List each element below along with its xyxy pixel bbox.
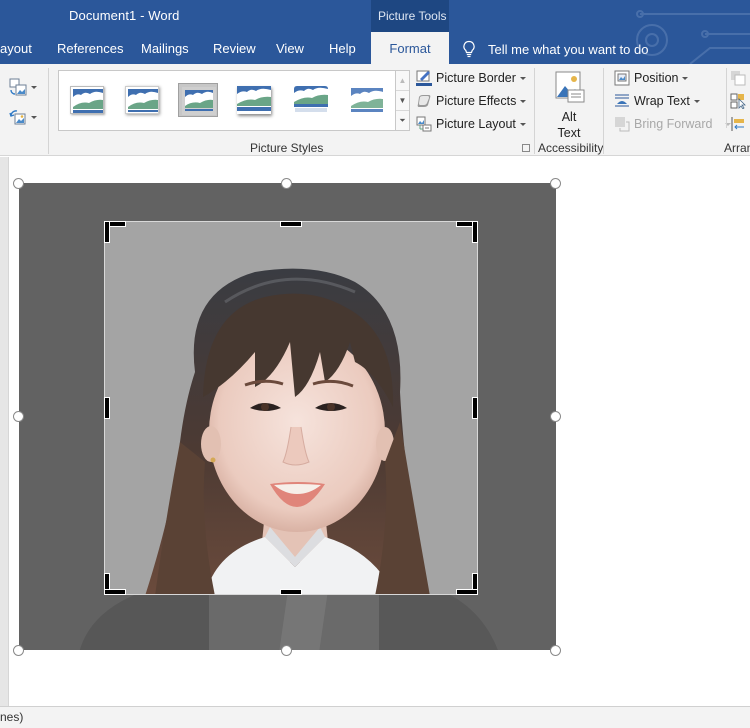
reset-picture-icon: [9, 110, 26, 125]
resize-handle-top[interactable]: [281, 178, 292, 189]
alt-text-label-line1: Alt: [561, 110, 577, 124]
lightbulb-icon: [463, 40, 475, 58]
reset-picture-button[interactable]: [9, 108, 37, 126]
chevron-down-icon: [519, 122, 526, 126]
crop-handle-bottom-right[interactable]: [456, 589, 478, 595]
position-label: Position: [634, 71, 679, 85]
document-left-margin: [0, 157, 9, 706]
chevron-down-icon: [31, 115, 37, 119]
picture-style-thumb[interactable]: [291, 83, 331, 117]
position-button[interactable]: Position: [614, 70, 689, 86]
picture-layout-icon: [416, 116, 432, 132]
gallery-scroll: ▲ ▼ ⏷: [396, 70, 410, 131]
picture-style-thumb[interactable]: [122, 83, 162, 117]
group-divider: [603, 68, 604, 154]
tab-review[interactable]: Review: [213, 41, 256, 56]
tab-mailings[interactable]: Mailings: [141, 41, 189, 56]
resize-handle-top-left[interactable]: [13, 178, 24, 189]
tab-view[interactable]: View: [276, 41, 304, 56]
picture-crop-area[interactable]: [104, 221, 478, 595]
crop-handle-top[interactable]: [280, 221, 302, 227]
contextual-tab-group-label: Picture Tools: [371, 0, 449, 32]
bring-forward-icon: [615, 117, 630, 132]
align-icon[interactable]: [730, 116, 746, 132]
wrap-text-button[interactable]: Wrap Text: [614, 93, 700, 109]
picture-layout-button[interactable]: Picture Layout: [416, 116, 526, 132]
selection-pane-icon[interactable]: [730, 93, 746, 109]
tab-layout[interactable]: ayout: [0, 41, 32, 56]
chevron-down-icon: [520, 99, 527, 103]
status-text: nes): [0, 710, 24, 724]
picture-styles-group-label: Picture Styles: [250, 141, 324, 155]
crop-handle-bottom-left[interactable]: [104, 589, 126, 595]
group-divider: [726, 68, 727, 128]
picture-layout-label: Picture Layout: [436, 117, 516, 131]
wrap-text-icon: [615, 94, 629, 107]
crop-handle-left[interactable]: [104, 397, 110, 419]
chevron-down-icon: [693, 99, 700, 103]
picture-styles-dialog-launcher[interactable]: [522, 144, 530, 152]
send-backward-icon[interactable]: [730, 70, 746, 86]
resize-handle-bottom[interactable]: [281, 645, 292, 656]
resize-handle-right[interactable]: [550, 411, 561, 422]
chevron-down-icon: [682, 76, 689, 80]
crop-handle-top-right[interactable]: [472, 221, 478, 243]
picture-effects-button[interactable]: Picture Effects: [416, 93, 527, 109]
crop-handle-right[interactable]: [472, 397, 478, 419]
chevron-down-icon: [519, 76, 526, 80]
alt-text-button[interactable]: Alt Text: [548, 70, 590, 140]
picture-border-label: Picture Border: [436, 71, 516, 85]
picture-styles-gallery: [58, 70, 396, 131]
landscape-thumbnail-icon: [73, 89, 103, 113]
position-icon: [614, 70, 630, 86]
alt-text-label-line2: Text: [557, 126, 581, 140]
picture-effects-icon: [417, 95, 431, 107]
bring-forward-label: Bring Forward: [634, 117, 713, 131]
arrange-group-label: Arran: [724, 141, 750, 155]
picture-style-thumb[interactable]: [67, 83, 107, 117]
status-bar: nes): [0, 706, 750, 728]
accessibility-group-label: Accessibility: [538, 141, 604, 155]
group-divider: [534, 68, 535, 154]
picture-border-button[interactable]: Picture Border: [416, 70, 526, 86]
alt-text-icon: [555, 71, 585, 103]
crop-handle-bottom[interactable]: [280, 589, 302, 595]
bring-forward-button[interactable]: Bring Forward: [614, 116, 731, 132]
ribbon: ▲ ▼ ⏷ Picture Styles Picture Border Pict…: [0, 64, 750, 156]
resize-handle-bottom-right[interactable]: [550, 645, 561, 656]
picture-effects-label: Picture Effects: [436, 94, 517, 108]
tab-help[interactable]: Help: [329, 41, 356, 56]
tab-format[interactable]: Format: [371, 32, 449, 64]
landscape-thumbnail-icon: [237, 86, 271, 111]
landscape-thumbnail-icon: [351, 88, 383, 112]
chevron-down-icon: [31, 85, 37, 89]
resize-handle-top-right[interactable]: [550, 178, 561, 189]
resize-handle-bottom-left[interactable]: [13, 645, 24, 656]
portrait-photo: [105, 222, 477, 594]
resize-handle-left[interactable]: [13, 411, 24, 422]
gallery-more[interactable]: ⏷: [396, 111, 409, 131]
picture-style-thumb[interactable]: [347, 83, 387, 117]
picture-border-icon: [416, 70, 432, 86]
change-picture-button[interactable]: [9, 78, 37, 96]
gallery-scroll-down[interactable]: ▼: [396, 91, 409, 111]
picture-style-thumb-selected[interactable]: [178, 83, 218, 117]
picture-style-thumb[interactable]: [234, 83, 274, 117]
crop-handle-top-left[interactable]: [104, 221, 110, 243]
title-bar-decoration: [636, 10, 750, 64]
landscape-thumbnail-icon: [185, 90, 213, 111]
wrap-text-label: Wrap Text: [634, 94, 690, 108]
landscape-thumbnail-icon: [128, 89, 158, 112]
window-title: Document1 - Word: [69, 8, 180, 23]
gallery-scroll-up[interactable]: ▲: [396, 71, 409, 91]
landscape-thumbnail-icon: [294, 86, 328, 112]
change-picture-icon: [9, 78, 27, 96]
group-divider: [48, 68, 49, 154]
tab-references[interactable]: References: [57, 41, 123, 56]
